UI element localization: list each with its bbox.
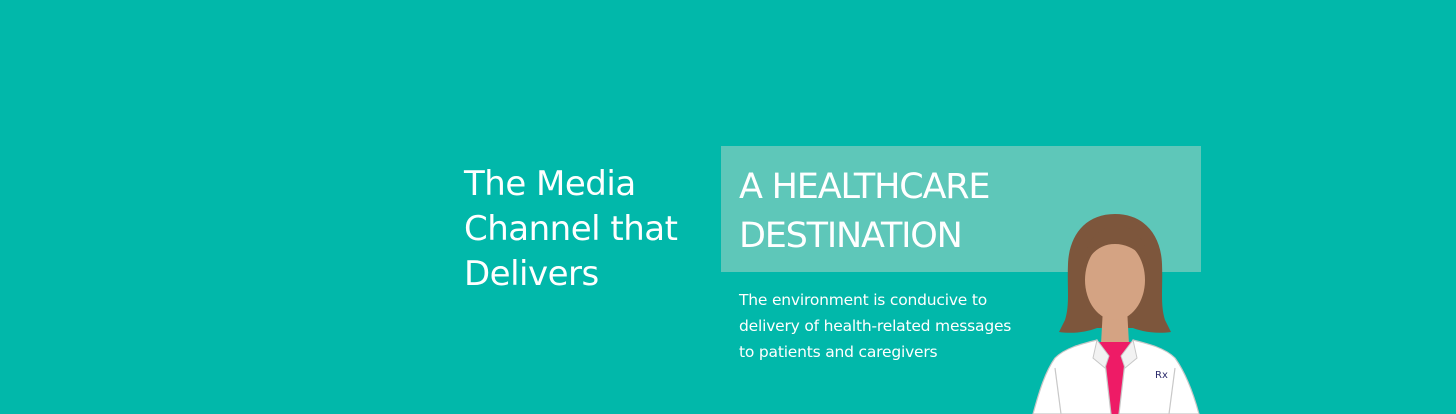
banner-heading: The Media Channel that Delivers [464, 162, 714, 297]
heading-line: Delivers [464, 254, 599, 294]
rx-badge: Rx [1155, 370, 1168, 381]
heading-line: Channel that [464, 209, 678, 249]
description-line: to patients and caregivers [739, 343, 938, 361]
description-line: The environment is conducive to [739, 291, 988, 309]
heading-line: The Media [464, 164, 636, 204]
description-line: delivery of health-related messages [739, 317, 1012, 335]
subhead-line: DESTINATION [739, 216, 963, 256]
subhead-line: A HEALTHCARE [739, 167, 990, 207]
female-pharmacist-illustration: Rx [1032, 214, 1200, 414]
banner-description: The environment is conducive to delivery… [739, 287, 1059, 365]
healthcare-destination-title: A HEALTHCARE DESTINATION [739, 163, 990, 261]
hero-banner: The Media Channel that Delivers A HEALTH… [0, 0, 1456, 414]
